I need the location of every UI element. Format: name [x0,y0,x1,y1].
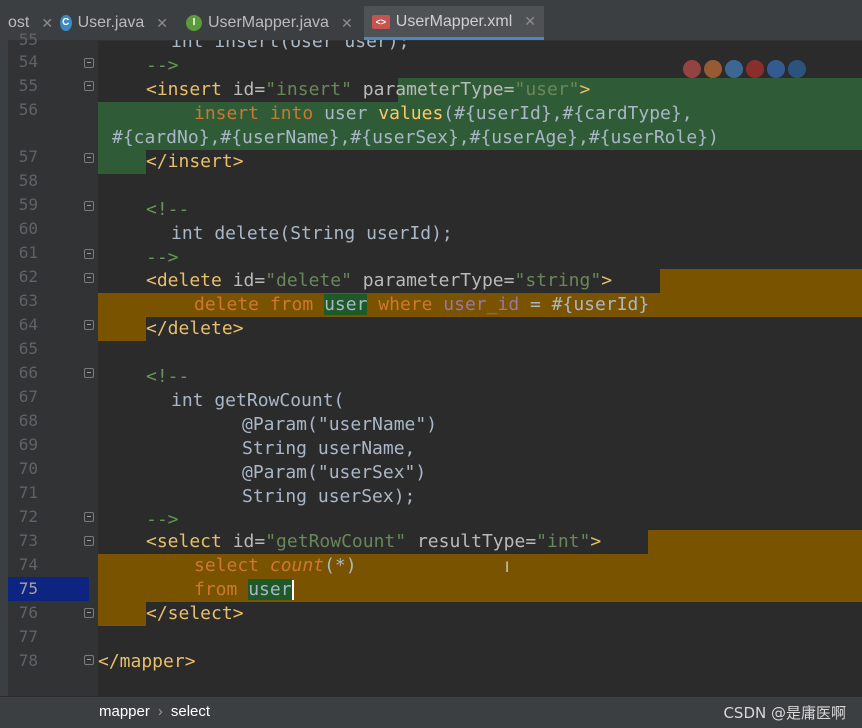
code-line-75: from user [194,579,294,600]
code-line-54: --> [146,55,179,76]
fold-toggle-icon[interactable] [84,368,94,378]
code-line-76: </select> [146,603,244,624]
line-number: 75 [18,579,38,598]
delete-highlight-tail [660,269,862,293]
code-line-71: String userSex); [242,486,416,507]
fold-toggle-icon[interactable] [84,536,94,546]
select-highlight-end [98,602,146,626]
insert-highlight-end [98,150,146,174]
code-line-64: </delete> [146,318,244,339]
delete-highlight-end [98,317,146,341]
code-line-66: <!-- [146,366,190,387]
select-highlight-tail [648,530,862,554]
line-number: 65 [18,339,38,358]
line-number: 73 [18,531,38,550]
project-panel-edge [0,40,8,727]
safari-icon[interactable] [725,60,743,78]
line-number: 59 [18,195,38,214]
line-number: 76 [18,603,38,622]
line-number: 57 [18,147,38,166]
code-line-59: <!-- [146,199,190,220]
breadcrumb: mapper › select [99,703,210,720]
browser-icons[interactable] [683,60,806,78]
breadcrumb-bar: mapper › select CSDN @是庸医啊 [0,696,862,728]
fold-toggle-icon[interactable] [84,201,94,211]
fold-toggle-icon[interactable] [84,81,94,91]
fold-toggle-icon[interactable] [84,655,94,665]
editor-tab-bar: ost ✕ C User.java ✕ I UserMapper.java ✕ … [0,0,862,41]
edge-icon[interactable] [788,60,806,78]
line-number: 66 [18,363,38,382]
line-number: 69 [18,435,38,454]
tab-user-java[interactable]: C User.java ✕ [52,6,176,40]
interface-icon: I [186,15,202,31]
chrome-icon[interactable] [683,60,701,78]
line-number: 55 [18,76,38,95]
line-number: 67 [18,387,38,406]
fold-toggle-icon[interactable] [84,512,94,522]
fold-toggle-icon[interactable] [84,320,94,330]
code-line-63: delete from user where user_id = #{userI… [194,294,650,315]
fold-toggle-icon[interactable] [84,153,94,163]
line-number: 78 [18,651,38,670]
code-line-72: --> [146,509,179,530]
breadcrumb-item-select[interactable]: select [171,703,210,720]
close-icon[interactable]: ✕ [341,15,353,32]
opera-icon[interactable] [746,60,764,78]
close-icon[interactable]: ✕ [156,15,168,32]
code-line-78: </mapper> [98,651,196,672]
fold-toggle-icon[interactable] [84,249,94,259]
line-number: 70 [18,459,38,478]
breadcrumb-item-mapper[interactable]: mapper [99,703,150,720]
code-line-67: int getRowCount( [171,390,345,411]
code-line-68: @Param("userName") [242,414,438,435]
line-number: 54 [18,52,38,71]
line-number: 64 [18,315,38,334]
fold-toggle-icon[interactable] [84,608,94,618]
line-number: 58 [18,171,38,190]
mouse-ibeam-icon: I [505,560,510,576]
xml-file-icon: <> [372,14,390,29]
tab-label: User.java [77,14,145,31]
line-number: 74 [18,555,38,574]
tab-usermapper-xml[interactable]: <> UserMapper.xml ✕ [364,6,544,40]
line-number: 60 [18,219,38,238]
close-icon[interactable]: ✕ [524,13,536,30]
code-editor[interactable]: int insert(User user); --> <insert id="i… [98,40,862,696]
tab-label: UserMapper.java [208,14,329,31]
code-line-56: insert into user values(#{userId},#{card… [194,103,693,124]
line-number: 72 [18,507,38,526]
watermark: CSDN @是庸医啊 [723,704,846,722]
fold-toggle-icon[interactable] [84,273,94,283]
code-line-57: </insert> [146,151,244,172]
code-line-73: <select id="getRowCount" resultType="int… [146,531,602,552]
code-line-60: int delete(String userId); [171,223,453,244]
line-number: 55 [18,30,38,49]
class-icon: C [60,15,72,31]
line-number: 77 [18,627,38,646]
chevron-right-icon: › [157,703,163,720]
fold-toggle-icon[interactable] [84,58,94,68]
line-number: 62 [18,267,38,286]
firefox-icon[interactable] [704,60,722,78]
code-line-61: --> [146,247,179,268]
code-line-56-wrap: #{cardNo},#{userName},#{userSex},#{userA… [112,127,719,148]
code-line-74: select count(*) [194,555,357,576]
code-line-53: int insert(User user); [171,40,410,52]
line-number: 68 [18,411,38,430]
tab-usermapper-java[interactable]: I UserMapper.java ✕ [178,6,362,40]
line-number: 63 [18,291,38,310]
code-line-62: <delete id="delete" parameterType="strin… [146,270,613,291]
line-number: 56 [18,100,38,119]
code-line-69: String userName, [242,438,416,459]
code-line-55: <insert id="insert" parameterType="user"… [146,79,591,100]
line-number: 61 [18,243,38,262]
text-caret [291,580,294,600]
line-number: 71 [18,483,38,502]
ie-icon[interactable] [767,60,785,78]
tab-label: UserMapper.xml [395,12,513,30]
code-line-70: @Param("userSex") [242,462,427,483]
